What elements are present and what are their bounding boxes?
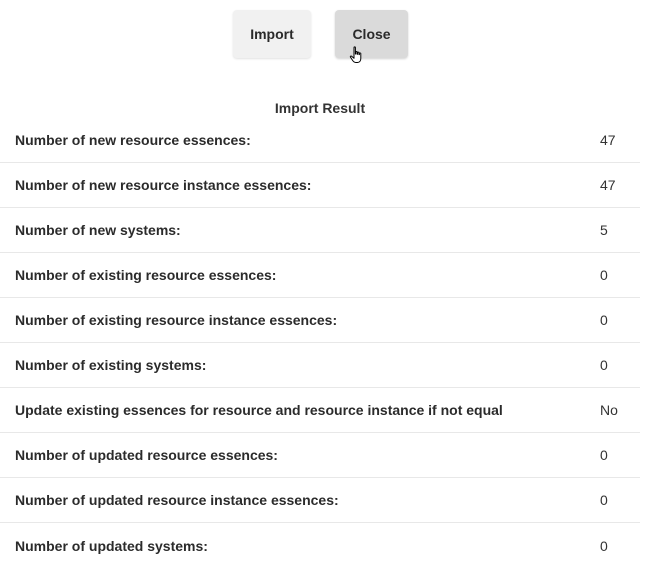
row-value: 47 <box>600 177 616 193</box>
row-label: Number of new resource instance essences… <box>15 177 312 193</box>
row-label: Number of existing resource instance ess… <box>15 312 338 328</box>
row-value: 0 <box>600 267 608 283</box>
row-label: Number of existing resource essences: <box>15 267 277 283</box>
row-label: Number of existing systems: <box>15 357 207 373</box>
import-result-dialog: Import Close Import Result Number of new… <box>0 0 652 570</box>
import-result-table: Number of new resource essences: 47 Numb… <box>0 118 640 568</box>
row-label: Number of new resource essences: <box>15 132 251 148</box>
table-row: Number of new resource instance essences… <box>0 163 640 208</box>
hand-cursor-icon <box>349 46 362 63</box>
row-value: 47 <box>600 132 616 148</box>
row-value: 0 <box>600 447 608 463</box>
import-result-title: Import Result <box>274 100 366 116</box>
row-value: 0 <box>600 312 608 328</box>
close-button[interactable]: Close <box>335 10 408 58</box>
row-label: Number of updated resource instance esse… <box>15 492 339 508</box>
table-row: Number of existing systems: 0 <box>0 343 640 388</box>
row-label: Number of updated resource essences: <box>15 447 278 463</box>
row-value: No <box>600 402 618 418</box>
table-row: Number of new resource essences: 47 <box>0 118 640 163</box>
table-row: Number of updated resource instance esse… <box>0 478 640 523</box>
row-label: Number of updated systems: <box>15 537 208 554</box>
row-label: Number of new systems: <box>15 222 181 238</box>
table-row: Number of updated resource essences: 0 <box>0 433 640 478</box>
import-button[interactable]: Import <box>233 10 311 58</box>
table-row: Update existing essences for resource an… <box>0 388 640 433</box>
table-row: Number of existing resource instance ess… <box>0 298 640 343</box>
row-value: 0 <box>600 357 608 373</box>
row-value: 0 <box>600 492 608 508</box>
table-row: Number of new systems: 5 <box>0 208 640 253</box>
table-row: Number of updated systems: 0 <box>0 523 640 568</box>
row-value: 5 <box>600 222 608 238</box>
row-label: Update existing essences for resource an… <box>15 402 503 418</box>
row-value: 0 <box>600 537 608 554</box>
table-row: Number of existing resource essences: 0 <box>0 253 640 298</box>
